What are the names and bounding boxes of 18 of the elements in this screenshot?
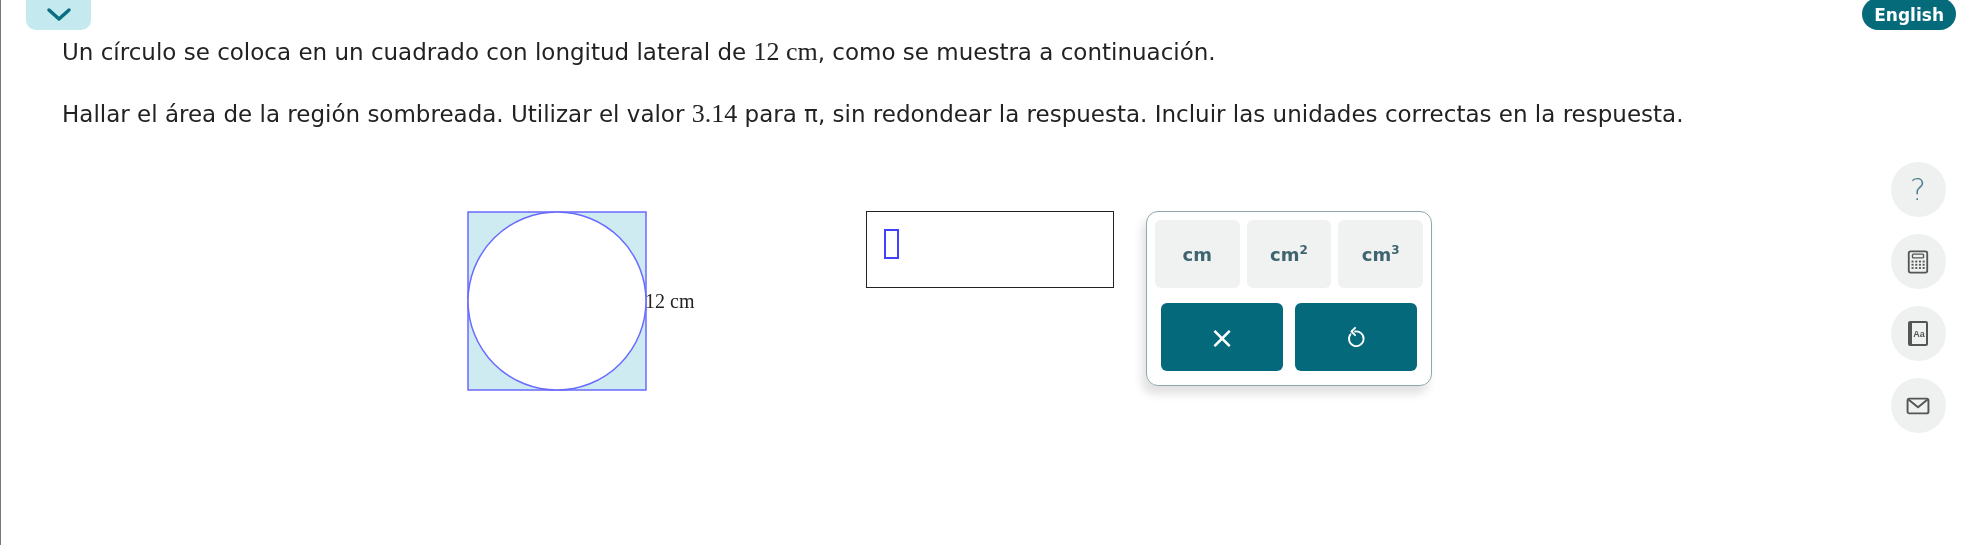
envelope-icon <box>1905 395 1931 416</box>
help-button[interactable]: ? <box>1890 162 1946 217</box>
side-length-label: 12 cm <box>645 289 695 313</box>
unit-key[interactable]: cm <box>1155 220 1240 288</box>
text-cursor-icon <box>884 229 899 259</box>
question-text: Un círculo se coloca en un cuadrado con longitud lateral de 12 cm, como se muestra a continuación. <box>62 38 1217 66</box>
chevron-down-icon <box>45 7 72 23</box>
language-button[interactable]: English <box>1862 0 1956 30</box>
question-text: Hallar el área de la región sombreada. Utilizar el valor 3.14 para π, sin redondear la respuesta. Incluir las unidades correctas en la respuesta. <box>62 100 1685 128</box>
dictionary-button[interactable]: Aa <box>1890 306 1946 361</box>
unit-key[interactable]: cm$^{2}$ <box>1246 220 1332 288</box>
answer-field[interactable] <box>866 211 1114 288</box>
clear-button[interactable]: × <box>1161 303 1283 371</box>
undo-icon <box>1345 326 1367 348</box>
calculator-icon <box>1906 248 1930 275</box>
unit-key[interactable]: cm$^{3}$ <box>1338 220 1423 288</box>
collapse-tab[interactable] <box>26 0 91 30</box>
book-icon: Aa <box>1908 321 1928 346</box>
